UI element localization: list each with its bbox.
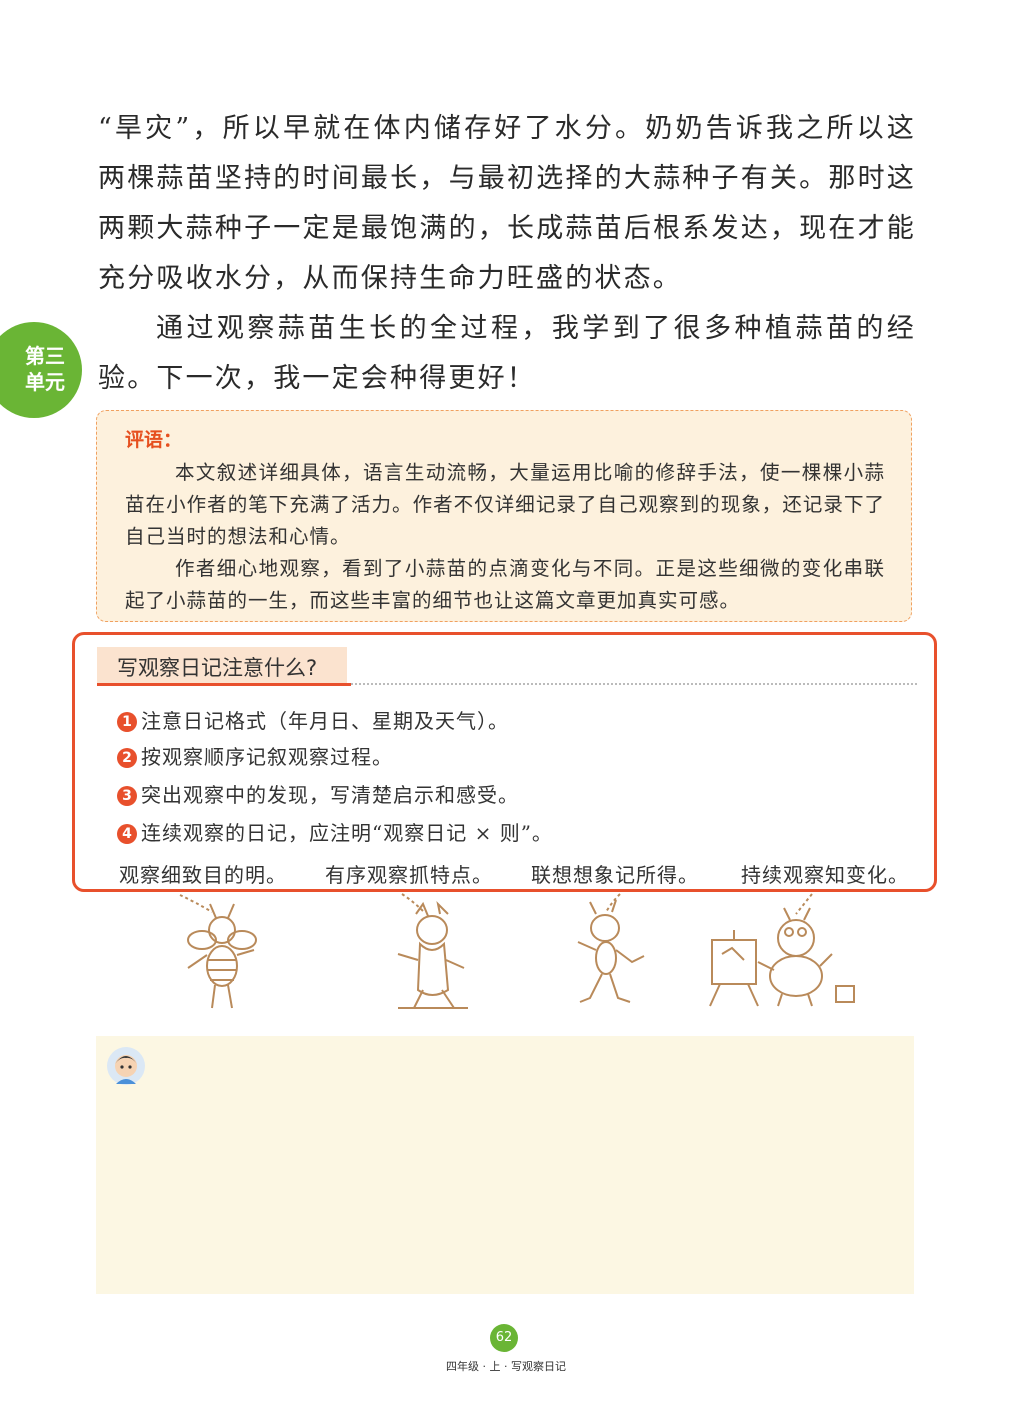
tip-text: 注意日记格式（年月日、星期及天气）。 [141,709,509,733]
body-paragraph-2: 通过观察蒜苗生长的全过程，我学到了很多种植蒜苗的经验。下一次，我一定会种得更好！ [98,313,916,394]
slogan: 持续观察知变化。 [741,863,909,887]
ant-illustration [577,893,645,1003]
comment-box: 评语： 本文叙述详细具体，语言生动流畅，大量运用比喻的修辞手法，使一棵棵小蒜苗在… [96,410,912,622]
tip-text: 突出观察中的发现，写清楚启示和感受。 [141,783,519,807]
slogan: 观察细致目的明。 [119,863,287,887]
body-paragraph-1: “旱灾”，所以早就在体内储存好了水分。奶奶告诉我之所以这两棵蒜苗坚持的时间最长，… [98,113,916,294]
cricket-illustration [397,893,468,1009]
tip-number-badge: 2 [117,748,137,768]
unit-badge-label: 第三单元 [25,344,65,394]
tip-number-badge: 4 [117,824,137,844]
tip-text: 按观察顺序记叙观察过程。 [141,745,393,769]
tip-item: 1 注意日记格式（年月日、星期及天气）。 [117,705,509,734]
tip-item: 4 连续观察的日记，应注明“观察日记 × 则”。 [117,817,553,846]
slogan: 联想想象记所得。 [531,863,699,887]
tips-title-underline [97,683,351,686]
tip-number-badge: 1 [117,712,137,732]
tip-item: 3 突出观察中的发现，写清楚启示和感受。 [117,779,519,808]
tips-dotted-rule [351,683,917,685]
tips-box: 写观察日记注意什么? 1 注意日记格式（年月日、星期及天气）。 2 按观察顺序记叙观… [72,632,937,892]
bee-illustration [179,894,257,1009]
tip-item: 2 按观察顺序记叙观察过程。 [117,741,393,770]
comment-paragraph-2: 作者细心地观察，看到了小蒜苗的点滴变化与不同。正是这些细微的变化串联起了小蒜苗的… [125,557,885,612]
unit-badge: 第三单元 [0,322,82,418]
comment-title: 评语： [125,429,183,451]
slogan: 有序观察抓特点。 [325,863,493,887]
page-number: 62 [490,1324,518,1352]
comment-paragraph-1: 本文叙述详细具体，语言生动流畅，大量运用比喻的修辞手法，使一棵棵小蒜苗在小作者的… [125,461,885,548]
tip-text: 连续观察的日记，应注明“观察日记 × 则”。 [141,821,553,845]
boy-avatar-icon [107,1047,145,1085]
tips-title: 写观察日记注意什么? [117,656,318,680]
caterpillar-painter-illustration [709,893,855,1007]
footer-caption: 四年级 · 上 · 写观察日记 [446,1360,566,1373]
tip-number-badge: 3 [117,786,137,806]
writing-area [96,1036,914,1294]
